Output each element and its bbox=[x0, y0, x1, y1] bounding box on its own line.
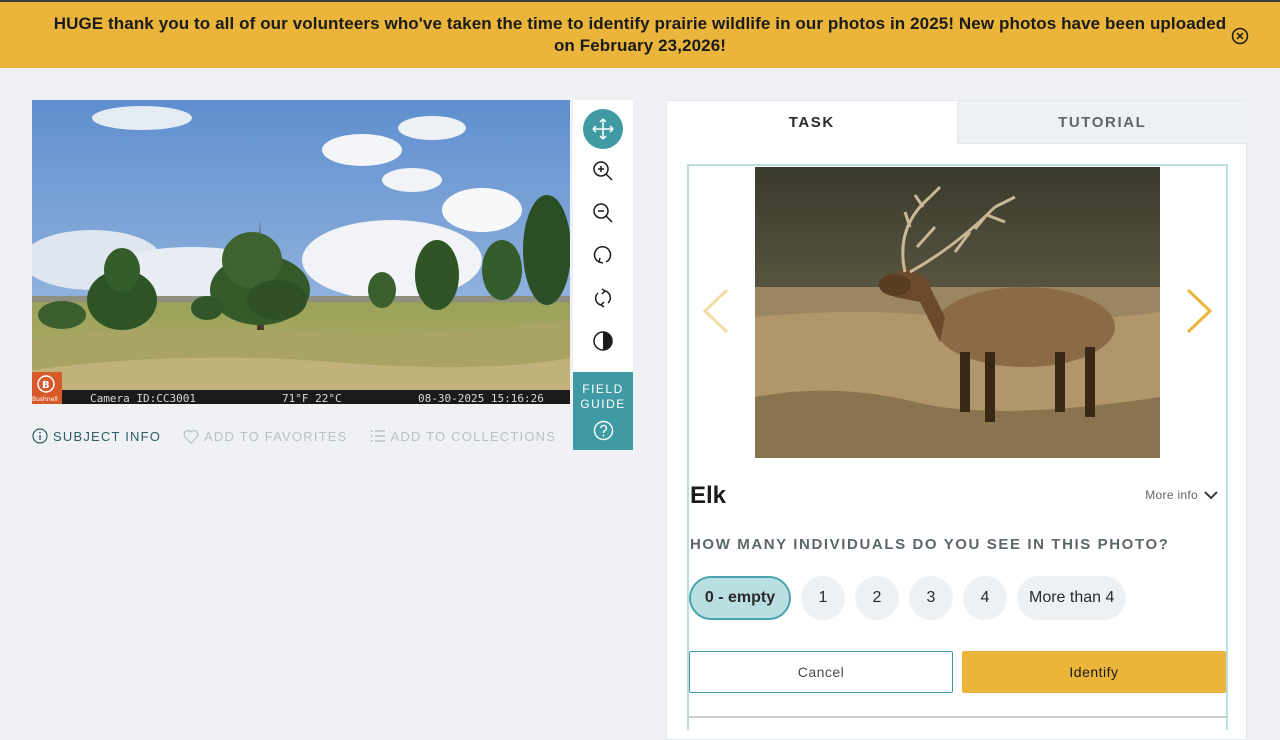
add-to-collections-button[interactable]: ADD TO COLLECTIONS bbox=[370, 429, 557, 444]
count-answers: 0 - empty 1 2 3 4 More than 4 bbox=[689, 576, 1127, 620]
image-toolbar bbox=[573, 100, 633, 372]
species-name: Elk bbox=[690, 482, 727, 509]
chevron-down-icon bbox=[1204, 491, 1218, 500]
rotate-icon bbox=[593, 246, 612, 264]
answer-3[interactable]: 3 bbox=[909, 576, 953, 620]
close-icon[interactable] bbox=[1230, 26, 1250, 46]
previous-photo-arrow-icon[interactable] bbox=[695, 286, 735, 336]
tab-tutorial[interactable]: TUTORIAL bbox=[956, 101, 1247, 144]
next-photo-arrow-icon[interactable] bbox=[1180, 286, 1220, 336]
species-card: Elk More info HOW MANY INDIVIDUALS DO YO… bbox=[687, 164, 1228, 730]
help-circle-icon bbox=[593, 420, 614, 441]
species-photo bbox=[755, 167, 1160, 458]
banner-message: HUGE thank you to all of our volunteers … bbox=[53, 14, 1227, 55]
field-guide-button[interactable]: FIELD GUIDE bbox=[573, 372, 633, 450]
count-question: HOW MANY INDIVIDUALS DO YOU SEE IN THIS … bbox=[690, 536, 1170, 553]
answer-1[interactable]: 1 bbox=[801, 576, 845, 620]
add-to-favorites-label: ADD TO FAVORITES bbox=[204, 428, 348, 444]
add-to-collections-label: ADD TO COLLECTIONS bbox=[390, 428, 557, 444]
classifier-panel: TASK TUTORIAL Elk More info HOW MANY IND… bbox=[666, 100, 1247, 740]
answer-4[interactable]: 4 bbox=[963, 576, 1007, 620]
zoom-out-icon bbox=[593, 203, 613, 223]
more-info-label: More info bbox=[1145, 488, 1198, 502]
card-divider bbox=[689, 716, 1226, 718]
zoom-in-button[interactable] bbox=[583, 151, 623, 191]
list-icon bbox=[370, 430, 385, 442]
reset-icon bbox=[594, 288, 612, 308]
identify-button[interactable]: Identify bbox=[962, 651, 1226, 693]
tab-task[interactable]: TASK bbox=[667, 101, 957, 144]
add-to-favorites-button[interactable]: ADD TO FAVORITES bbox=[183, 429, 347, 444]
subject-info-label: SUBJECT INFO bbox=[53, 428, 162, 444]
answer-more-than-4[interactable]: More than 4 bbox=[1017, 576, 1127, 620]
camera-brand: Bushnell bbox=[32, 396, 58, 403]
subject-meta-bar: SUBJECT INFO ADD TO FAVORITES ADD TO COL… bbox=[32, 426, 578, 446]
answer-0-empty[interactable]: 0 - empty bbox=[689, 576, 791, 620]
rotate-button[interactable] bbox=[583, 235, 623, 275]
reset-button[interactable] bbox=[583, 278, 623, 318]
heart-icon bbox=[183, 429, 199, 444]
invert-colors-button[interactable] bbox=[583, 321, 623, 361]
subject-info-button[interactable]: SUBJECT INFO bbox=[32, 428, 161, 444]
cancel-button[interactable]: Cancel bbox=[689, 651, 953, 693]
zoom-in-icon bbox=[593, 161, 613, 181]
move-tool-button[interactable] bbox=[583, 109, 623, 149]
info-icon bbox=[32, 428, 48, 444]
zoom-out-button[interactable] bbox=[583, 193, 623, 233]
invert-icon bbox=[593, 331, 613, 351]
subject-image[interactable]: B Bushnell Camera ID:CC3001 71°F 22°C 08… bbox=[32, 100, 570, 404]
svg-text:B: B bbox=[42, 380, 50, 391]
answer-2[interactable]: 2 bbox=[855, 576, 899, 620]
camera-id: Camera ID:CC3001 bbox=[90, 392, 196, 404]
field-guide-label: FIELD GUIDE bbox=[580, 382, 626, 411]
move-icon bbox=[592, 118, 614, 140]
announcement-banner: HUGE thank you to all of our volunteers … bbox=[0, 2, 1280, 68]
panel-tabs: TASK TUTORIAL bbox=[667, 101, 1247, 144]
temperature: 71°F 22°C bbox=[282, 392, 342, 404]
more-info-toggle[interactable]: More info bbox=[1145, 488, 1218, 502]
timestamp: 08-30-2025 15:16:26 bbox=[418, 392, 544, 404]
